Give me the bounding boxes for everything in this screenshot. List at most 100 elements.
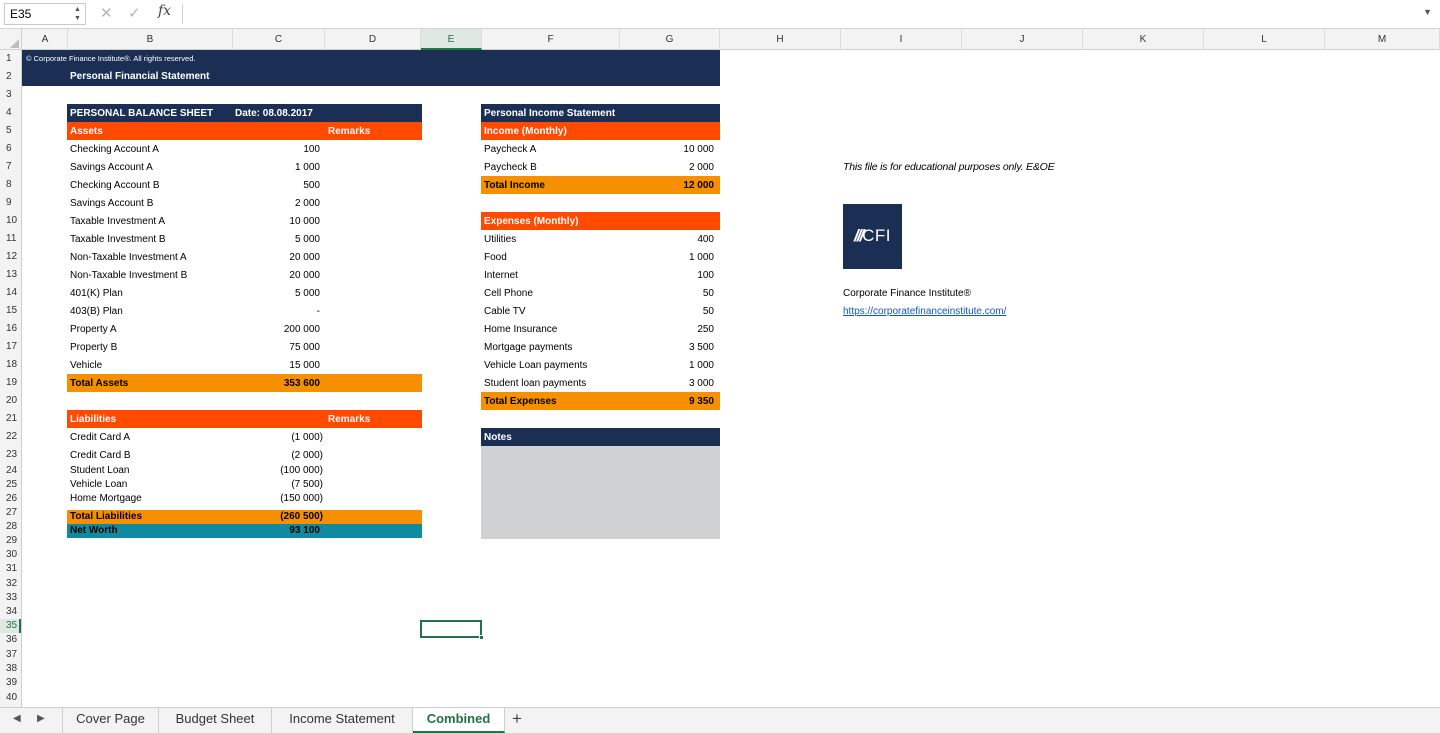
row-header-38[interactable]: 38: [0, 662, 21, 676]
column-header-k[interactable]: K: [1083, 29, 1204, 50]
cancel-icon[interactable]: ✕: [100, 4, 113, 22]
row-header-22[interactable]: 22: [0, 428, 21, 446]
scroll-tabs-right-icon[interactable]: ▶: [37, 713, 45, 724]
row-header-17[interactable]: 17: [0, 338, 21, 356]
tab-cover-page[interactable]: Cover Page: [62, 708, 159, 733]
row-header-2[interactable]: 2: [0, 68, 21, 86]
row-header-9[interactable]: 9: [0, 194, 21, 212]
worksheet-grid[interactable]: © Corporate Finance Institute®. All righ…: [22, 50, 1440, 707]
row-header-33[interactable]: 33: [0, 591, 21, 605]
select-all-icon: [10, 39, 19, 48]
column-header-c[interactable]: C: [233, 29, 325, 50]
expense-value: 250: [697, 324, 714, 335]
scroll-tabs-left-icon[interactable]: ◀: [13, 713, 21, 724]
row-header-40[interactable]: 40: [0, 690, 21, 707]
asset-value: 75 000: [289, 342, 320, 353]
column-header-h[interactable]: H: [720, 29, 841, 50]
row-header-35[interactable]: 35: [0, 619, 21, 634]
row-header-26[interactable]: 26: [0, 492, 21, 506]
row-header-36[interactable]: 36: [0, 633, 21, 647]
row-header-1[interactable]: 1: [0, 50, 21, 68]
row-header-18[interactable]: 18: [0, 356, 21, 374]
row-header-34[interactable]: 34: [0, 605, 21, 619]
notes-area[interactable]: [481, 446, 720, 539]
asset-value: 20 000: [289, 252, 320, 263]
row-header-20[interactable]: 20: [0, 392, 21, 410]
row-header-13[interactable]: 13: [0, 266, 21, 284]
row-header-37[interactable]: 37: [0, 648, 21, 662]
column-header-g[interactable]: G: [620, 29, 720, 50]
row-header-4[interactable]: 4: [0, 104, 21, 122]
column-header-b[interactable]: B: [68, 29, 233, 50]
add-sheet-icon[interactable]: +: [512, 709, 522, 729]
expense-value: 1 000: [688, 252, 714, 263]
row-header-15[interactable]: 15: [0, 302, 21, 320]
liability-name: Vehicle Loan: [70, 479, 128, 490]
row-header-3[interactable]: 3: [0, 86, 21, 104]
row-header-29[interactable]: 29: [0, 534, 21, 548]
row-header-24[interactable]: 24: [0, 464, 21, 478]
formula-input[interactable]: [188, 4, 1418, 24]
asset-name: Taxable Investment A: [70, 216, 166, 227]
asset-name: 403(B) Plan: [70, 306, 123, 317]
row-header-14[interactable]: 14: [0, 284, 21, 302]
asset-name: Non-Taxable Investment B: [70, 270, 188, 281]
column-header-i[interactable]: I: [841, 29, 962, 50]
column-header-l[interactable]: L: [1204, 29, 1325, 50]
liability-value: (100 000): [280, 465, 323, 476]
row-header-31[interactable]: 31: [0, 562, 21, 576]
assets-remarks-label: Remarks: [328, 126, 371, 137]
income-name: Paycheck B: [484, 162, 537, 173]
row-header-19[interactable]: 19: [0, 374, 21, 392]
expand-formula-bar-icon[interactable]: ▼: [1423, 7, 1432, 17]
expense-name: Cable TV: [484, 306, 526, 317]
company-link[interactable]: https://corporatefinanceinstitute.com/: [843, 306, 1006, 317]
row-header-30[interactable]: 30: [0, 548, 21, 562]
select-all-button[interactable]: [0, 29, 22, 50]
fill-handle[interactable]: [479, 635, 484, 640]
column-header-a[interactable]: A: [23, 29, 68, 50]
expense-value: 400: [697, 234, 714, 245]
insert-function-icon[interactable]: fx: [158, 3, 171, 19]
net-worth-row: [67, 524, 422, 538]
row-header-6[interactable]: 6: [0, 140, 21, 158]
row-header-28[interactable]: 28: [0, 520, 21, 534]
expense-value: 50: [702, 288, 714, 299]
row-header-25[interactable]: 25: [0, 478, 21, 492]
enter-icon[interactable]: ✓: [128, 4, 141, 22]
page-title: Personal Financial Statement: [70, 71, 210, 82]
name-box[interactable]: E35 ▲ ▼: [4, 3, 86, 25]
row-header-32[interactable]: 32: [0, 577, 21, 591]
row-header-7[interactable]: 7: [0, 158, 21, 176]
tab-income-statement[interactable]: Income Statement: [272, 708, 413, 733]
tab-combined[interactable]: Combined: [413, 708, 505, 733]
tab-budget-sheet[interactable]: Budget Sheet: [159, 708, 272, 733]
column-header-f[interactable]: F: [482, 29, 620, 50]
row-header-27[interactable]: 27: [0, 506, 21, 520]
active-cell-e35[interactable]: [420, 620, 484, 640]
row-header-12[interactable]: 12: [0, 248, 21, 266]
name-box-stepper-icon[interactable]: ▲ ▼: [73, 5, 82, 23]
column-header-j[interactable]: J: [962, 29, 1083, 50]
row-header-11[interactable]: 11: [0, 230, 21, 248]
asset-name: 401(K) Plan: [70, 288, 123, 299]
row-header-8[interactable]: 8: [0, 176, 21, 194]
row-header-5[interactable]: 5: [0, 122, 21, 140]
column-header-d[interactable]: D: [325, 29, 421, 50]
income-label: Income (Monthly): [484, 126, 567, 137]
column-header-e[interactable]: E: [421, 29, 482, 50]
liabilities-remarks-label: Remarks: [328, 414, 371, 425]
expense-name: Food: [484, 252, 507, 263]
expense-name: Internet: [484, 270, 518, 281]
row-header-21[interactable]: 21: [0, 410, 21, 428]
liability-name: Credit Card A: [70, 432, 131, 443]
row-header-10[interactable]: 10: [0, 212, 21, 230]
asset-value: 100: [303, 144, 320, 155]
row-header-16[interactable]: 16: [0, 320, 21, 338]
column-header-m[interactable]: M: [1325, 29, 1440, 50]
row-header-23[interactable]: 23: [0, 446, 21, 464]
notes-header: [481, 428, 720, 446]
row-header-39[interactable]: 39: [0, 676, 21, 690]
income-name: Paycheck A: [484, 144, 537, 155]
total-income-value: 12 000: [683, 180, 714, 191]
